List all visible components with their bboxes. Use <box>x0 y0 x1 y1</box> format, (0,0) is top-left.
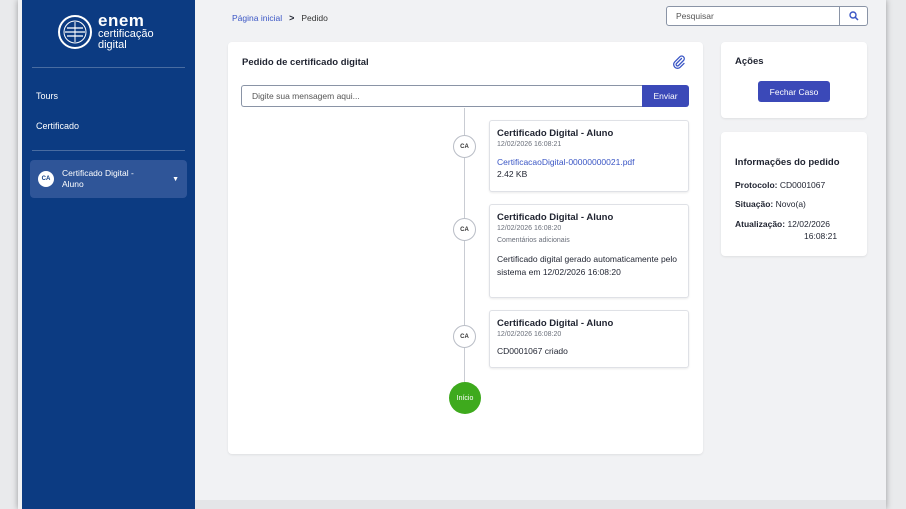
avatar: CA <box>38 171 54 187</box>
entry-date: 12/02/2026 16:08:20 <box>497 225 562 232</box>
search-box <box>666 6 868 26</box>
timeline-start-marker: Início <box>449 382 481 414</box>
entry-subtitle: Comentários adicionais <box>497 237 570 244</box>
message-input[interactable] <box>241 85 642 107</box>
entry-date: 12/02/2026 16:08:20 <box>497 331 562 338</box>
updated-date: 12/02/2026 <box>787 219 830 229</box>
timeline-avatar: CA <box>453 218 476 241</box>
entry-title: Certificado Digital - Aluno <box>497 212 614 223</box>
search-button[interactable] <box>839 7 867 25</box>
entry-text: CD0001067 criado <box>497 346 568 356</box>
protocol-row: Protocolo: CD0001067 <box>735 179 825 191</box>
info-title: Informações do pedido <box>735 157 840 168</box>
timeline-entry: Certificado Digital - Aluno 12/02/2026 1… <box>489 120 689 192</box>
timeline-entry: Certificado Digital - Aluno 12/02/2026 1… <box>489 204 689 298</box>
footer-strip <box>195 500 886 509</box>
breadcrumb: Página inicial > Pedido <box>232 13 328 23</box>
user-name: Certificado Digital - Aluno <box>62 168 134 189</box>
user-menu[interactable]: CA Certificado Digital - Aluno ▼ <box>30 160 187 198</box>
sidebar-divider <box>32 150 185 151</box>
status-value: Novo(a) <box>775 199 806 209</box>
seal-icon <box>58 14 92 49</box>
attachment-size: 2.42 KB <box>497 169 528 179</box>
actions-card: Ações Fechar Caso <box>721 42 867 118</box>
search-icon <box>848 11 859 21</box>
entry-comment: Certificado digital gerado automaticamen… <box>497 254 678 277</box>
protocol-value: CD0001067 <box>779 180 826 190</box>
card-title: Pedido de certificado digital <box>242 57 369 68</box>
entry-title: Certificado Digital - Aluno <box>497 318 614 329</box>
updated-label: Atualização: <box>735 219 786 229</box>
timeline-avatar: CA <box>453 135 476 158</box>
app-window: enem certificação digital Tours Certific… <box>18 0 886 509</box>
sidebar: enem certificação digital Tours Certific… <box>22 0 195 509</box>
sidebar-item-tours[interactable]: Tours <box>36 91 58 101</box>
updated-row: Atualização: 12/02/2026 <box>735 218 830 230</box>
actions-title: Ações <box>735 56 764 67</box>
message-row: Enviar <box>241 85 689 107</box>
breadcrumb-current: Pedido <box>301 13 328 23</box>
request-card: Pedido de certificado digital Enviar CA … <box>228 42 703 454</box>
attachment-link[interactable]: CertificacaoDigital-00000000021.pdf <box>497 157 681 167</box>
send-button[interactable]: Enviar <box>642 85 689 107</box>
close-case-button[interactable]: Fechar Caso <box>758 81 830 102</box>
logo-line-2: digital <box>98 39 127 51</box>
status-label: Situação: <box>735 199 774 209</box>
enem-logo[interactable]: enem certificação digital <box>58 12 154 51</box>
caret-down-icon: ▼ <box>172 175 179 183</box>
status-row: Situação: Novo(a) <box>735 198 806 210</box>
sidebar-item-certificado[interactable]: Certificado <box>36 121 79 131</box>
entry-date: 12/02/2026 16:08:21 <box>497 141 562 148</box>
chevron-right-icon: > <box>289 13 295 23</box>
request-info-card: Informações do pedido Protocolo: CD00010… <box>721 132 867 256</box>
search-input[interactable] <box>667 7 839 25</box>
attach-icon[interactable] <box>672 55 686 74</box>
protocol-label: Protocolo: <box>735 180 778 190</box>
sidebar-divider <box>32 67 185 68</box>
entry-title: Certificado Digital - Aluno <box>497 128 614 139</box>
breadcrumb-home[interactable]: Página inicial <box>232 13 282 23</box>
timeline-avatar: CA <box>453 325 476 348</box>
logo-brand: enem <box>98 11 145 30</box>
timeline-entry: Certificado Digital - Aluno 12/02/2026 1… <box>489 310 689 368</box>
updated-time: 16:08:21 <box>804 231 838 241</box>
